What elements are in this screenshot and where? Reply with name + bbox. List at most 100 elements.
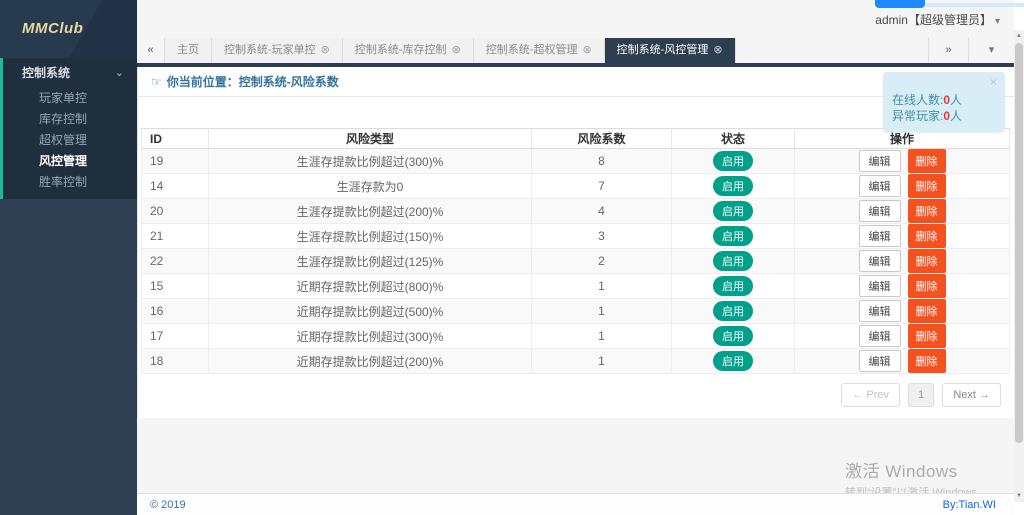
status-enabled-badge[interactable]: 启用: [713, 151, 753, 171]
footer: © 2019 By:Tian.WI: [137, 493, 1014, 515]
table-row: 16 近期存提款比例超过(500)% 1 启用 编辑删除: [142, 299, 1010, 324]
tab-inventory-control[interactable]: 控制系统-库存控制 ⊗: [343, 38, 474, 63]
row-id-cell: 22: [142, 249, 209, 274]
risk-type-cell: 生涯存提款比例超过(125)%: [209, 249, 532, 274]
delete-button[interactable]: 删除: [908, 349, 946, 373]
status-enabled-badge[interactable]: 启用: [713, 326, 753, 346]
delete-button[interactable]: 删除: [908, 274, 946, 298]
pointing-hand-icon: ☞: [151, 75, 162, 89]
scrollbar-thumb[interactable]: [1015, 43, 1023, 443]
row-id-cell: 15: [142, 274, 209, 299]
prev-page-button[interactable]: ← Prev: [841, 383, 900, 407]
delete-button[interactable]: 删除: [908, 149, 946, 173]
delete-button[interactable]: 删除: [908, 174, 946, 198]
edit-button[interactable]: 编辑: [859, 150, 901, 172]
online-count-label: 在线人数:: [892, 93, 943, 107]
credit-link[interactable]: By:Tian.WI: [943, 499, 996, 511]
scroll-down-icon[interactable]: ▼: [1014, 490, 1024, 502]
tab-label: 控制系统-风控管理: [617, 44, 709, 56]
edit-button[interactable]: 编辑: [859, 275, 901, 297]
close-icon[interactable]: ×: [990, 75, 997, 89]
delete-button[interactable]: 删除: [908, 199, 946, 223]
tabs-scroll-left-icon[interactable]: «: [137, 38, 165, 63]
user-name-label: admin【超级管理员】: [875, 13, 992, 27]
table-row: 19 生涯存提款比例超过(300)% 8 启用 编辑删除: [142, 149, 1010, 174]
abnormal-players-suffix: 人: [950, 109, 962, 123]
online-count-suffix: 人: [950, 93, 962, 107]
tab-close-icon[interactable]: ⊗: [321, 44, 330, 56]
tab-label: 控制系统-库存控制: [355, 44, 447, 56]
edit-button[interactable]: 编辑: [859, 175, 901, 197]
risk-coef-cell: 3: [532, 224, 672, 249]
copyright-text: © 2019: [150, 499, 186, 511]
risk-coef-cell: 1: [532, 349, 672, 374]
table-row: 17 近期存提款比例超过(300)% 1 启用 编辑删除: [142, 324, 1010, 349]
user-menu[interactable]: admin【超级管理员】▾: [875, 11, 1000, 28]
header-risk-coef: 风险系数: [532, 129, 672, 149]
app-logo: MMClub: [0, 0, 137, 58]
status-cell: 启用: [672, 349, 795, 374]
sidebar: MMClub 控制系统 ⌄ 玩家单控 库存控制 超权管理 风控管理 胜率控制: [0, 0, 137, 515]
delete-button[interactable]: 删除: [908, 249, 946, 273]
actions-cell: 编辑删除: [795, 299, 1010, 324]
risk-type-cell: 生涯存提款比例超过(150)%: [209, 224, 532, 249]
delete-button[interactable]: 删除: [908, 324, 946, 348]
sidebar-group-control-system[interactable]: 控制系统 ⌄: [3, 58, 137, 88]
risk-coef-cell: 2: [532, 249, 672, 274]
browser-popup-strip: [925, 3, 1024, 7]
sidebar-item-risk-control[interactable]: 风控管理: [3, 151, 137, 172]
header-risk-type: 风险类型: [209, 129, 532, 149]
status-cell: 启用: [672, 274, 795, 299]
table-row: 22 生涯存提款比例超过(125)% 2 启用 编辑删除: [142, 249, 1010, 274]
tab-player-control[interactable]: 控制系统-玩家单控⊗: [212, 38, 343, 63]
status-enabled-badge[interactable]: 启用: [713, 176, 753, 196]
watermark-title: 激活 Windows: [845, 457, 988, 482]
tabs-scroll-right-icon[interactable]: »: [928, 38, 968, 63]
sidebar-item-winrate-control[interactable]: 胜率控制: [3, 172, 137, 193]
status-enabled-badge[interactable]: 启用: [713, 226, 753, 246]
vertical-scrollbar[interactable]: ▲ ▼: [1014, 30, 1024, 502]
edit-button[interactable]: 编辑: [859, 325, 901, 347]
chevron-down-icon: ⌄: [115, 58, 124, 88]
status-enabled-badge[interactable]: 启用: [713, 301, 753, 321]
row-id-cell: 16: [142, 299, 209, 324]
tab-close-icon[interactable]: ⊗: [713, 44, 722, 56]
delete-button[interactable]: 删除: [908, 299, 946, 323]
risk-type-cell: 生涯存款为0: [209, 174, 532, 199]
current-page-button[interactable]: 1: [908, 383, 934, 407]
online-count-line: 在线人数:0人: [892, 92, 1005, 108]
tab-home[interactable]: 主页: [165, 38, 212, 63]
row-id-cell: 20: [142, 199, 209, 224]
edit-button[interactable]: 编辑: [859, 250, 901, 272]
status-enabled-badge[interactable]: 启用: [713, 276, 753, 296]
sidebar-item-player-control[interactable]: 玩家单控: [3, 88, 137, 109]
edit-button[interactable]: 编辑: [859, 350, 901, 372]
status-cell: 启用: [672, 149, 795, 174]
status-enabled-badge[interactable]: 启用: [713, 351, 753, 371]
sidebar-menu: 控制系统 ⌄ 玩家单控 库存控制 超权管理 风控管理 胜率控制: [0, 58, 137, 199]
table-row: 18 近期存提款比例超过(200)% 1 启用 编辑删除: [142, 349, 1010, 374]
status-enabled-badge[interactable]: 启用: [713, 201, 753, 221]
table-row: 14 生涯存款为0 7 启用 编辑删除: [142, 174, 1010, 199]
sidebar-item-super-auth[interactable]: 超权管理: [3, 130, 137, 151]
table-row: 21 生涯存提款比例超过(150)% 3 启用 编辑删除: [142, 224, 1010, 249]
tabs-dropdown-icon[interactable]: ▾: [968, 38, 1014, 63]
scroll-up-icon[interactable]: ▲: [1014, 30, 1024, 42]
risk-coef-cell: 7: [532, 174, 672, 199]
abnormal-players-line: 异常玩家:0人: [892, 108, 1005, 124]
risk-table: ID 风险类型 风险系数 状态 操作 19 生涯存提款比例超过(300)% 8 …: [141, 128, 1010, 374]
sidebar-item-inventory-control[interactable]: 库存控制: [3, 109, 137, 130]
tab-super-auth[interactable]: 控制系统-超权管理⊗: [474, 38, 605, 63]
edit-button[interactable]: 编辑: [859, 225, 901, 247]
risk-type-cell: 生涯存提款比例超过(200)%: [209, 199, 532, 224]
tab-close-icon[interactable]: ⊗: [582, 44, 591, 56]
delete-button[interactable]: 删除: [908, 224, 946, 248]
tab-risk-control[interactable]: 控制系统-风控管理 ⊗: [605, 38, 736, 63]
status-cell: 启用: [672, 249, 795, 274]
status-enabled-badge[interactable]: 启用: [713, 251, 753, 271]
next-page-button[interactable]: Next →: [942, 383, 1001, 407]
edit-button[interactable]: 编辑: [859, 200, 901, 222]
edit-button[interactable]: 编辑: [859, 300, 901, 322]
tab-close-icon[interactable]: ⊗: [452, 44, 461, 56]
row-id-cell: 19: [142, 149, 209, 174]
